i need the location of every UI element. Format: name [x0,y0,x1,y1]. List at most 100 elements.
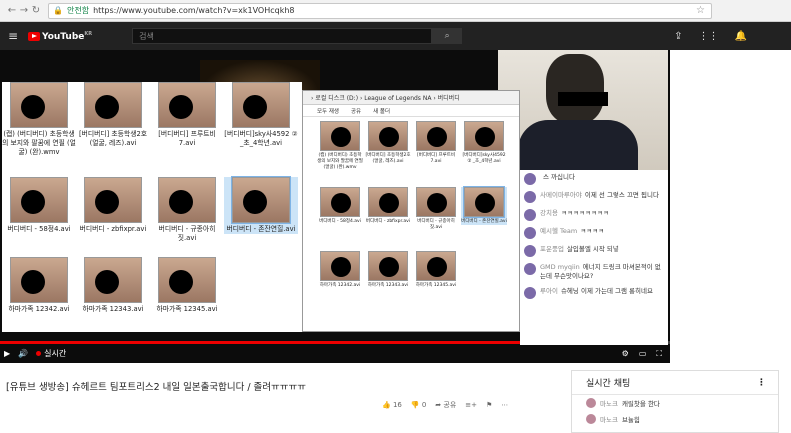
youtube-logo[interactable]: YouTubeKR [28,31,92,42]
chat-text-wrap: GMD myqiin 에너지 드링크 마셔본적이 없는데 무슨맛이나요? [540,263,664,281]
file-name: [버디버디] 프루트비 7.avi [416,153,456,164]
right-controls: ⚙ ▭ ⛶ [622,349,662,359]
dislike-button[interactable]: 👎 0 [411,401,426,409]
chat-author: 사메이마루아야 [540,191,582,199]
file-name: 버디버디 - zbfixpr.avi [79,225,147,233]
file-name: (캡) (버디버디) 초등학생의 보지와 팔꿈에 연필 (얼굴) (완).wmv [317,153,363,170]
file-item[interactable]: 하마가족 12345.avi [413,251,459,289]
censor-blob [21,95,45,119]
censor-blob [331,127,351,147]
chat-author: 마노크 [600,400,618,408]
like-count: 16 [392,401,402,409]
file-name: [버디버디] 초등학생2호(얼굴, 레즈).avi [365,153,411,164]
chat-author: 포운풍업 [540,245,564,253]
live-chat-message: 마노크 캐릴찻을 한다 [572,395,778,411]
video-thumbnail [158,82,216,128]
censor-blob [331,193,351,213]
avatar [586,414,596,424]
avatar [586,398,596,408]
file-item[interactable]: [버디버디] 프루트비 7.avi [150,82,224,148]
file-item[interactable]: 하마가족 12345.avi [150,257,224,314]
file-name: [버디버디]sky사4592 ② _초_4학년.avi [462,153,506,164]
explorer-file-grid: (캡) (버디버디) 초등학생의 보지와 팔꿈에 연필 (얼굴) (완).wmv… [303,117,519,327]
search-input[interactable]: 검색 [132,28,433,44]
back-icon[interactable]: ← [6,5,18,16]
video-thumbnail [368,121,408,151]
live-dot-icon [36,351,42,356]
file-item[interactable]: 하마가족 12342.avi [2,257,76,314]
chat-author: 마노크 [600,416,618,424]
chat-text-wrap: 스 까십니다 [540,173,575,185]
file-item[interactable]: 하마가족 12343.avi [365,251,411,289]
file-item[interactable]: [버디버디] 프루트비 7.avi [413,121,459,165]
toolbar-new-folder[interactable]: 새 폴더 [373,107,390,115]
chat-text: 슈헤닝 이제 가는데 그램 롱히네요 [560,287,653,295]
file-item[interactable]: [버디버디]sky사4592 ② _초_4학년.avi [461,121,507,165]
file-name: 버디버디 - 58정4.avi [319,219,361,224]
like-button[interactable]: 👍 16 [382,401,402,409]
theater-mode-icon[interactable]: ▭ [639,349,647,359]
chat-message: 루아이 슈헤닝 이제 가는데 그램 롱히네요 [520,284,668,302]
url-text: https://www.youtube.com/watch?v=xk1VOHcq… [93,6,295,15]
file-item[interactable]: 버디버디 - 58정4.avi [2,177,76,234]
file-item[interactable]: 버디버디 - zbfixpr.avi [76,177,150,234]
chat-message: 사메이마루아야 이제 선 그렇스 끄면 됩니다 [520,188,668,206]
bookmark-star-icon[interactable]: ☆ [696,5,705,16]
file-item[interactable]: 버디버디 - 규종아히짓.avi [413,187,459,231]
avatar [524,209,536,221]
live-chat-header: 실시간 채팅 ⋮ [572,371,778,395]
video-actions: 👍 16 👎 0 ➦ 공유 ≡+ ⚑ ⋯ [382,400,508,410]
avatar [524,245,536,257]
notifications-bell-icon[interactable]: 🔔 [735,31,747,42]
file-item[interactable]: (캡) (버디버디) 초등학생의 보지와 팔꿈에 연필 (얼굴) (완).wmv [2,82,76,157]
chat-author: 강치용 [540,209,558,217]
toolbar-play-all[interactable]: 모두 재생 [317,107,339,115]
report-flag-icon[interactable]: ⚑ [486,401,492,409]
file-item[interactable]: [버디버디] 초등학생2호(얼굴, 레즈).avi [365,121,411,165]
file-item[interactable]: 버디버디 - 존잔연힐.avi [224,176,298,234]
file-name: 하마가족 12345.avi [415,283,457,288]
youtube-play-icon [28,31,40,41]
live-chat-message: 마노크 브뉼힘 [572,411,778,427]
file-item[interactable]: 하마가족 12343.avi [76,257,150,314]
add-to-playlist-icon[interactable]: ≡+ [465,401,477,409]
chat-text: 살입볼엘 시작 되넣 [566,245,619,253]
volume-icon[interactable]: 🔊 [18,349,28,358]
avatar [524,191,536,203]
file-item[interactable]: 하마가족 12342.avi [317,251,363,289]
file-name: 버디버디 - 존잔연힐.avi [461,219,507,224]
file-item[interactable]: 버디버디 - 규종아히짓.avi [150,177,224,243]
file-item[interactable]: [버디버디] 초등학생2호(얼굴, 레즈).avi [76,82,150,148]
breadcrumb[interactable]: › 로컬 디스크 (D:) › League of Legends NA › 버… [303,91,519,105]
settings-gear-icon[interactable]: ⚙ [622,349,629,359]
chat-text-wrap: 강치용 ㅋㅋㅋㅋㅋㅋㅋㅋ [540,209,609,221]
video-thumbnail [10,257,68,303]
video-thumbnail [84,82,142,128]
file-item[interactable]: 버디버디 - 존잔연힐.avi [461,186,507,225]
file-explorer-large: (캡) (버디버디) 초등학생의 보지와 팔꿈에 연필 (얼굴) (완).wmv… [2,82,302,332]
menu-icon[interactable]: ≡ [8,29,22,43]
avatar [524,227,536,239]
search-button[interactable]: ⌕ [432,28,463,44]
address-bar[interactable]: 🔒 안전함 https://www.youtube.com/watch?v=xk… [48,2,712,19]
apps-grid-icon[interactable]: ⋮⋮ [699,31,719,42]
fullscreen-icon[interactable]: ⛶ [656,349,662,359]
toolbar-share[interactable]: 공유 [351,107,361,115]
file-item[interactable]: (캡) (버디버디) 초등학생의 보지와 팔꿈에 연필 (얼굴) (완).wmv [317,121,363,171]
lock-icon: 🔒 [53,6,63,15]
video-thumbnail [320,187,360,217]
video-thumbnail [416,251,456,281]
file-item[interactable]: 버디버디 - zbfixpr.avi [365,187,411,225]
more-vert-icon[interactable]: ⋮ [757,378,766,388]
upload-icon[interactable]: ⇪ [674,31,682,42]
share-button[interactable]: ➦ 공유 [435,400,456,410]
file-item[interactable]: [버디버디]sky사4592 ② _초_4학년.avi [224,82,298,148]
play-icon[interactable]: ▶ [4,349,10,358]
file-name: (캡) (버디버디) 초등학생의 보지와 팔꿈에 연필 (얼굴) (완).wmv [2,130,76,156]
file-item[interactable]: 버디버디 - 58정4.avi [317,187,363,225]
chat-message: 예시헬 Team ㅋㅋㅋㅋ [520,224,668,242]
reload-icon[interactable]: ↻ [30,5,42,16]
file-name: [버디버디]sky사4592 ② _초_4학년.avi [224,130,298,147]
forward-icon[interactable]: → [18,5,30,16]
more-actions-icon[interactable]: ⋯ [501,401,508,409]
